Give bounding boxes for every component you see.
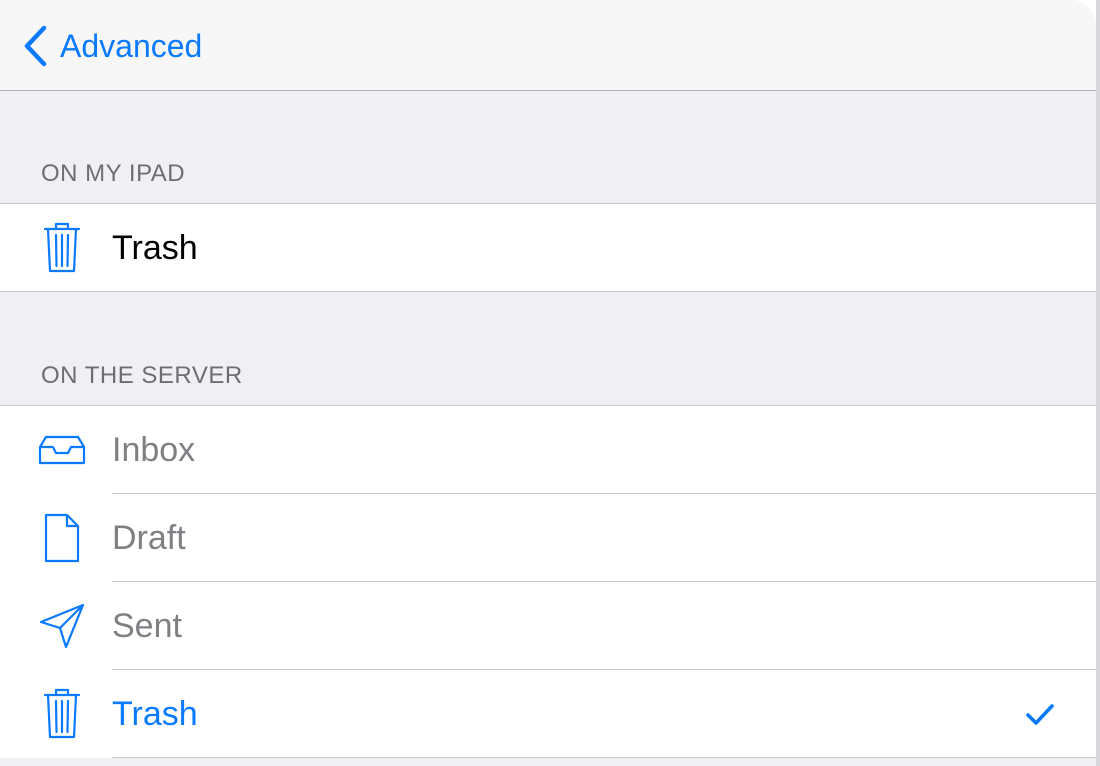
on-the-server-group: Inbox Draft Sent Trash [0,405,1096,758]
list-item-label: Sent [112,607,182,645]
list-item-local-trash[interactable]: Trash [0,204,1096,292]
list-item-label: Trash [112,695,198,733]
checkmark-icon [1026,704,1054,725]
list-item-label: Inbox [112,431,196,469]
mailbox-behaviors-panel: Advanced ON MY IPAD Trash ON THE SERVER … [0,0,1096,766]
inbox-tray-icon [36,422,88,478]
divider [0,291,1096,292]
list-item-inbox[interactable]: Inbox [0,406,1096,494]
section-header-on-the-server: ON THE SERVER [41,362,243,389]
list-item-label: Draft [112,519,186,557]
chevron-left-icon [24,25,47,67]
document-icon [36,510,88,566]
navigation-bar: Advanced [0,0,1096,91]
list-item-draft[interactable]: Draft [0,494,1096,582]
divider [112,757,1096,758]
paper-plane-icon [36,598,88,654]
list-item-server-trash[interactable]: Trash [0,670,1096,758]
back-button-label: Advanced [60,27,203,64]
trash-icon [36,686,88,742]
section-header-on-my-ipad: ON MY IPAD [41,160,186,187]
background-edge [1096,0,1100,766]
list-item-sent[interactable]: Sent [0,582,1096,670]
trash-icon [36,220,88,276]
on-my-ipad-group: Trash [0,203,1096,292]
list-item-label: Trash [112,229,198,267]
back-button[interactable]: Advanced [22,22,202,70]
